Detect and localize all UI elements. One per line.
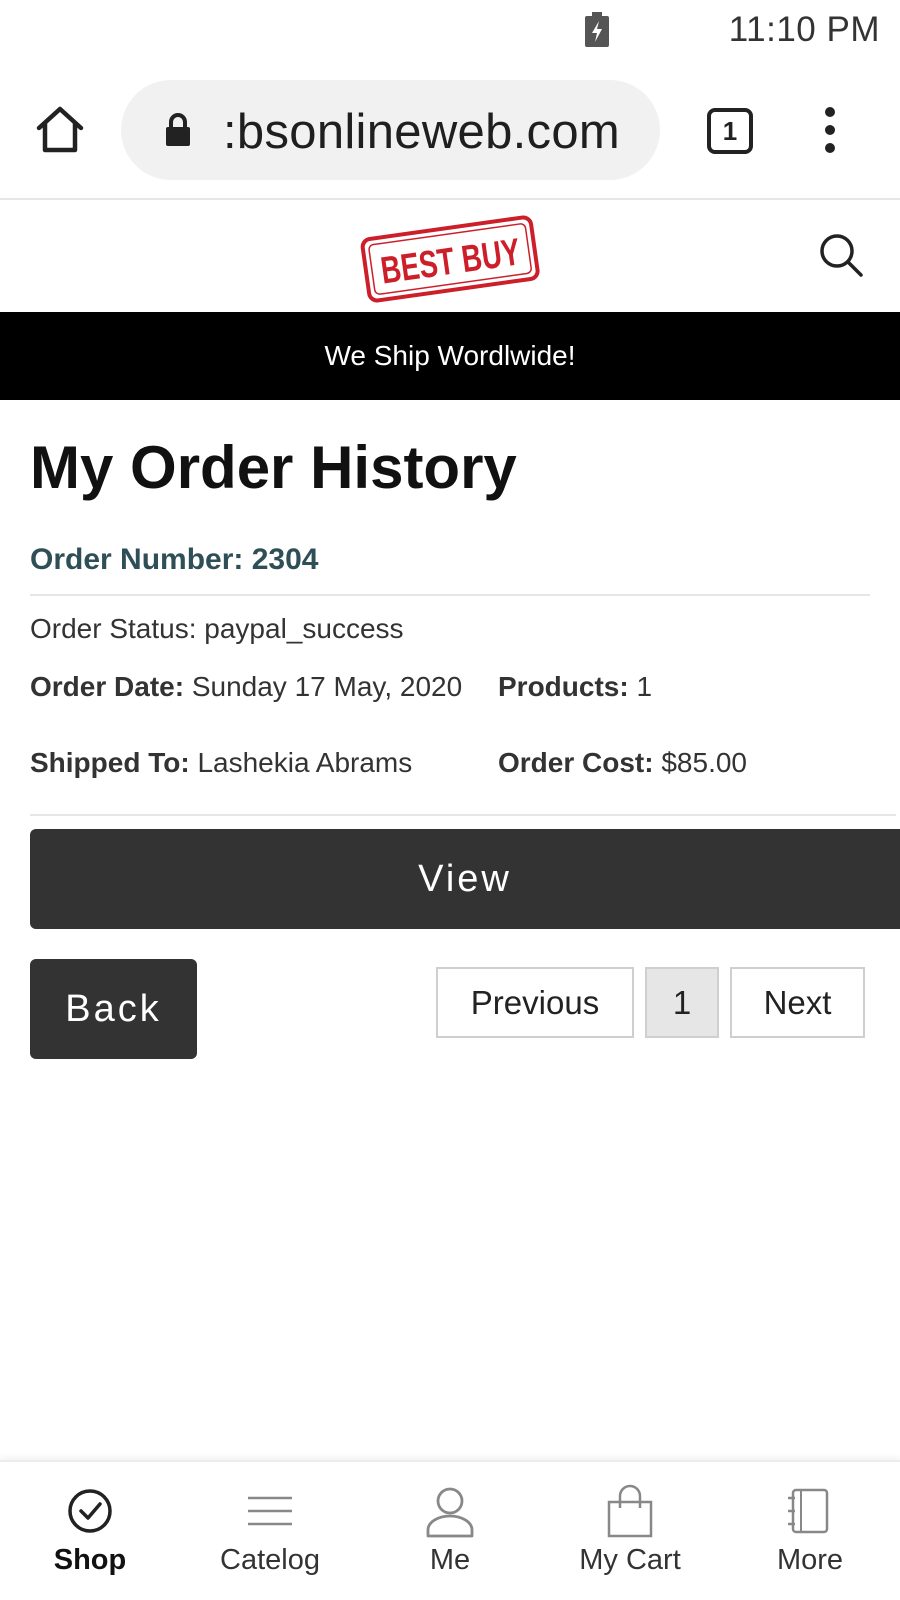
site-header: BEST BUY	[0, 200, 900, 312]
shipped-to-label: Shipped To:	[30, 747, 190, 778]
tab-switcher-icon[interactable]: 1	[707, 108, 753, 154]
nav-label: Me	[429, 1544, 471, 1576]
products-label: Products:	[498, 671, 629, 702]
status-bar: 11:10 PM	[0, 0, 900, 62]
order-products: Products: 1	[498, 670, 652, 704]
address-bar[interactable]: :bsonlineweb.com	[121, 80, 660, 180]
user-icon	[426, 1487, 474, 1538]
products-value: 1	[636, 671, 653, 702]
browser-toolbar: :bsonlineweb.com 1	[0, 62, 900, 200]
notebook-icon	[788, 1488, 829, 1534]
home-icon[interactable]	[34, 104, 86, 156]
nav-label: Catelog	[220, 1544, 320, 1576]
order-date-label: Order Date:	[30, 671, 185, 702]
order-number: Order Number: 2304	[30, 543, 319, 576]
nav-label: More	[776, 1544, 844, 1576]
nav-label: My Cart	[579, 1544, 681, 1576]
order-cost-label: Order Cost:	[498, 747, 654, 778]
nav-label: Shop	[53, 1544, 127, 1576]
nav-item-me[interactable]: Me	[360, 1462, 540, 1600]
shipping-banner: We Ship Wordlwide!	[0, 312, 900, 400]
view-order-button[interactable]: View	[30, 829, 900, 929]
lock-icon	[166, 113, 190, 146]
order-history-section: My Order History Order Number: 2304 Orde…	[30, 400, 900, 816]
order-cost: Order Cost: $85.00	[498, 746, 747, 780]
check-circle-icon	[68, 1489, 112, 1533]
page-number-button[interactable]: 1	[645, 967, 719, 1038]
status-time: 11:10 PM	[728, 10, 880, 49]
order-cost-value: $85.00	[661, 747, 747, 778]
best-buy-logo[interactable]: BEST BUY	[355, 208, 545, 308]
shopping-bag-icon	[607, 1484, 653, 1538]
order-details-row: Order Date: Sunday 17 May, 2020 Products…	[30, 670, 900, 704]
nav-item-shop[interactable]: Shop	[0, 1462, 180, 1600]
shipped-to: Shipped To: Lashekia Abrams	[30, 746, 412, 780]
bottom-navigation: Shop Catelog Me My Cart More	[0, 1460, 900, 1600]
battery-charging-icon	[585, 12, 609, 47]
order-status: Order Status: paypal_success	[30, 613, 404, 644]
url-text: :bsonlineweb.com	[223, 105, 621, 159]
page-title: My Order History	[30, 434, 517, 501]
menu-lines-icon	[248, 1496, 292, 1526]
nav-item-catelog[interactable]: Catelog	[180, 1462, 360, 1600]
nav-item-more[interactable]: More	[720, 1462, 900, 1600]
nav-item-my-cart[interactable]: My Cart	[540, 1462, 720, 1600]
back-button[interactable]: Back	[30, 959, 197, 1059]
more-vert-icon[interactable]	[818, 106, 842, 154]
divider	[30, 594, 870, 596]
search-icon[interactable]	[818, 232, 864, 278]
order-date: Order Date: Sunday 17 May, 2020	[30, 670, 462, 704]
order-details-row: Shipped To: Lashekia Abrams Order Cost: …	[30, 746, 900, 780]
shipped-to-value: Lashekia Abrams	[197, 747, 413, 778]
order-date-value: Sunday 17 May, 2020	[191, 671, 463, 702]
previous-page-button[interactable]: Previous	[436, 967, 634, 1038]
next-page-button[interactable]: Next	[730, 967, 865, 1038]
divider	[30, 814, 896, 816]
